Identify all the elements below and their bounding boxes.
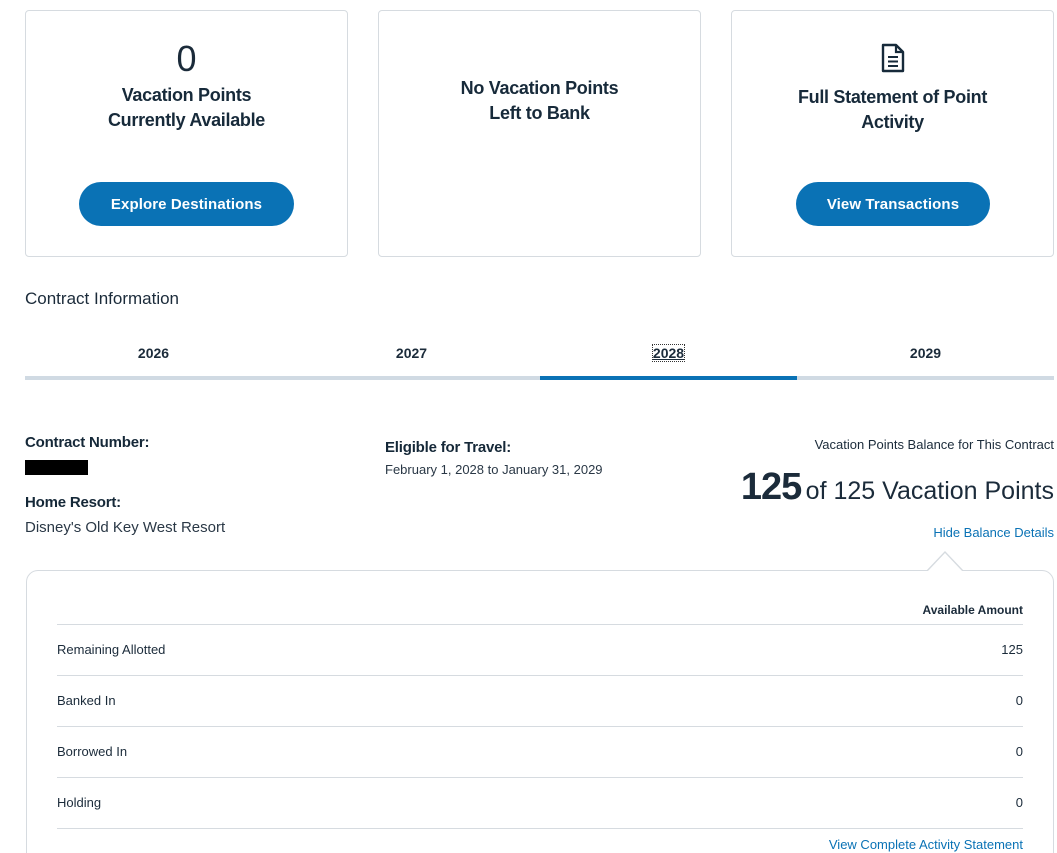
statement-card: Full Statement of Point Activity View Tr…: [731, 10, 1054, 257]
bank-points-card: No Vacation Points Left to Bank: [378, 10, 701, 257]
table-bottom-divider: [57, 828, 1023, 829]
available-points-title: Vacation Points Currently Available: [107, 85, 266, 130]
view-transactions-button[interactable]: View Transactions: [796, 182, 990, 226]
statement-title: Full Statement of Point Activity: [797, 87, 988, 132]
table-row: Banked In 0: [57, 675, 1023, 726]
document-icon: [881, 43, 905, 73]
available-points-count: 0: [176, 38, 197, 79]
home-resort-value: Disney's Old Key West Resort: [25, 519, 226, 536]
balance-total: of 125 Vacation Points: [805, 477, 1054, 505]
tab-2026[interactable]: 2026: [25, 338, 282, 376]
row-label: Banked In: [57, 693, 116, 708]
balance-label: Vacation Points Balance for This Contrac…: [814, 437, 1054, 452]
contract-information-title: Contract Information: [25, 289, 180, 308]
year-tabs: 2026 2027 2028 2029: [25, 338, 1054, 382]
tab-2028[interactable]: 2028: [540, 338, 797, 376]
points-available-card: 0 Vacation Points Currently Available Ex…: [25, 10, 348, 257]
table-row: Holding 0: [57, 777, 1023, 828]
eligible-travel-value: February 1, 2028 to January 31, 2029: [385, 462, 603, 477]
available-amount-header: Available Amount: [922, 603, 1023, 617]
tab-2027[interactable]: 2027: [283, 338, 540, 376]
home-resort-label: Home Resort:: [25, 494, 121, 511]
table-row: Borrowed In 0: [57, 726, 1023, 777]
hide-balance-details-link[interactable]: Hide Balance Details: [933, 525, 1054, 540]
row-label: Remaining Allotted: [57, 642, 166, 657]
view-activity-statement-link[interactable]: View Complete Activity Statement: [829, 837, 1023, 852]
balance-summary: 125 of 125 Vacation Points: [741, 466, 1054, 509]
row-value: 125: [1001, 642, 1023, 657]
table-row: Remaining Allotted 125: [57, 624, 1023, 675]
contract-number-label: Contract Number:: [25, 434, 150, 451]
row-value: 0: [1015, 795, 1023, 810]
bank-points-title: No Vacation Points Left to Bank: [460, 78, 619, 123]
row-value: 0: [1015, 693, 1023, 708]
explore-destinations-button[interactable]: Explore Destinations: [79, 182, 294, 226]
panel-caret-fill: [927, 553, 963, 572]
eligible-travel-label: Eligible for Travel:: [385, 439, 512, 456]
row-value: 0: [1015, 744, 1023, 759]
active-tab-indicator: [540, 376, 797, 380]
tab-2029[interactable]: 2029: [797, 338, 1054, 376]
contract-number-redacted: [25, 460, 88, 475]
balance-current: 125: [740, 466, 802, 508]
row-label: Holding: [57, 795, 102, 810]
row-label: Borrowed In: [57, 744, 128, 759]
